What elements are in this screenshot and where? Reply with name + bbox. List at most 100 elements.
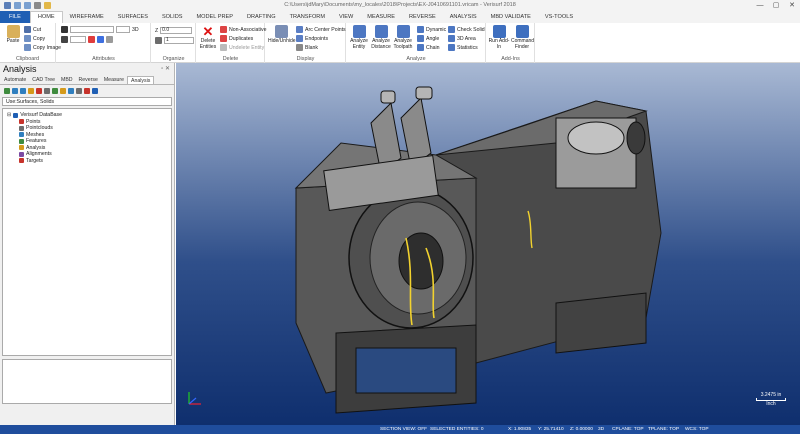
copy-image-icon xyxy=(24,44,31,51)
delete-entities-button[interactable]: ✕ Delete Entities xyxy=(197,25,219,50)
pin-icon[interactable] xyxy=(92,87,98,94)
command-finder-button[interactable]: Command Finder xyxy=(511,25,535,50)
section-view-status[interactable]: SECTION VIEW: OFF xyxy=(380,425,427,434)
minimize-button[interactable]: — xyxy=(752,0,768,11)
tab-file[interactable]: FILE xyxy=(0,11,30,23)
tab-analysis-panel[interactable]: Analysis xyxy=(127,76,155,84)
panel-tabs: Automate CAD Tree MBD Reverse Measure An… xyxy=(0,76,174,85)
tab-cad-tree[interactable]: CAD Tree xyxy=(29,76,58,84)
duplicates-button[interactable]: Duplicates xyxy=(220,35,253,42)
tab-transform[interactable]: TRANSFORM xyxy=(283,11,332,23)
axis-triad-icon xyxy=(188,392,201,405)
graphics-viewport[interactable]: 3.2475 in Inch xyxy=(176,63,800,425)
ribbon: Paste Cut Copy Copy Image Clipboard 3D A… xyxy=(0,23,800,63)
cplane-status[interactable]: CPLANE: TOP xyxy=(612,425,644,434)
attributes-group: 3D Attributes xyxy=(57,23,151,63)
tab-automate[interactable]: Automate xyxy=(1,76,29,84)
tab-measure[interactable]: MEASURE xyxy=(360,11,402,23)
line-style-dropdown[interactable] xyxy=(70,26,114,33)
chart-icon[interactable] xyxy=(36,87,42,94)
analyze-toolpath-button[interactable]: Analyze Toolpath xyxy=(392,25,414,50)
filter-icon[interactable] xyxy=(28,87,34,94)
copy-label: Copy xyxy=(33,35,46,42)
point-style-icon[interactable] xyxy=(61,36,68,43)
machine-model[interactable] xyxy=(176,63,800,425)
check-solid-icon xyxy=(448,26,455,33)
tab-mbd-validate[interactable]: MBD VALIDATE xyxy=(484,11,538,23)
tree-node-label: Targets xyxy=(26,157,44,164)
level-field[interactable]: 1 xyxy=(164,37,194,44)
view-mode[interactable]: 3D xyxy=(598,425,604,434)
properties-box xyxy=(2,359,172,404)
copy-image-button[interactable]: Copy Image xyxy=(24,44,61,51)
run-addin-button[interactable]: Run Add-In xyxy=(488,25,510,50)
tplane-status[interactable]: TPLANE: TOP xyxy=(648,425,679,434)
area-3d-icon xyxy=(448,35,455,42)
endpoints-icon xyxy=(296,35,303,42)
arc-center-button[interactable]: Arc Center Points xyxy=(296,26,346,33)
area-3d-button[interactable]: 3D Area xyxy=(448,35,476,42)
table-icon[interactable] xyxy=(20,87,26,94)
wcs-status[interactable]: WCS: TOP xyxy=(685,425,709,434)
tab-wireframe[interactable]: WIREFRAME xyxy=(63,11,111,23)
run-addin-label: Run Add-In xyxy=(488,38,510,50)
statistics-button[interactable]: Statistics xyxy=(448,44,478,51)
filter-field[interactable]: Use:Surfaces, Solids xyxy=(2,97,172,106)
panel-close-button[interactable]: ▫ ✕ xyxy=(161,63,170,76)
angle-button[interactable]: Angle xyxy=(417,35,439,42)
list-icon[interactable] xyxy=(84,87,90,94)
tab-surfaces[interactable]: SURFACES xyxy=(111,11,155,23)
cut-button[interactable]: Cut xyxy=(24,26,41,33)
title-bar: C:\Users\jdMary\Documents\my_locales\201… xyxy=(0,0,800,11)
tab-drafting[interactable]: DRAFTING xyxy=(240,11,283,23)
analyze-distance-button[interactable]: Analyze Distance xyxy=(370,25,392,50)
tab-model-prep[interactable]: MODEL PREP xyxy=(189,11,239,23)
refresh-icon[interactable] xyxy=(4,87,10,94)
dynamic-button[interactable]: Dynamic xyxy=(417,26,446,33)
chain-button[interactable]: Chain xyxy=(417,44,440,51)
tab-reverse[interactable]: Reverse xyxy=(76,76,101,84)
color-swatch-icon[interactable] xyxy=(88,36,95,43)
paste-button[interactable]: Paste xyxy=(2,25,24,45)
expand-icon[interactable]: ⊟ xyxy=(7,112,11,119)
targets-icon xyxy=(19,158,24,164)
dynamic-label: Dynamic xyxy=(426,26,447,33)
line-width-dropdown[interactable] xyxy=(116,26,130,33)
tab-analysis[interactable]: ANALYSIS xyxy=(443,11,484,23)
fill-color-icon[interactable] xyxy=(97,36,104,43)
dimension-mode-label[interactable]: 3D xyxy=(132,27,139,33)
non-associative-button[interactable]: Non-Associative xyxy=(220,26,266,33)
maximize-button[interactable]: ▢ xyxy=(768,0,784,11)
tab-reverse[interactable]: REVERSE xyxy=(402,11,443,23)
check-solid-button[interactable]: Check Solid xyxy=(448,26,485,33)
endpoints-button[interactable]: Endpoints xyxy=(296,35,328,42)
color-map-icon[interactable] xyxy=(60,87,66,94)
tab-view[interactable]: VIEW xyxy=(332,11,360,23)
tab-vs-tools[interactable]: VS-TOOLS xyxy=(538,11,580,23)
tab-measure[interactable]: Measure xyxy=(101,76,127,84)
command-finder-label: Command Finder xyxy=(511,38,535,50)
tab-solids[interactable]: SOLIDS xyxy=(155,11,190,23)
close-button[interactable]: ✕ xyxy=(784,0,800,11)
export-icon[interactable] xyxy=(68,87,74,94)
copy-button[interactable]: Copy xyxy=(24,35,45,42)
grid-icon[interactable] xyxy=(12,87,18,94)
analyze-entity-button[interactable]: Analyze Entity xyxy=(348,25,370,50)
run-addin-icon xyxy=(492,25,506,38)
tree-node[interactable]: Targets xyxy=(3,158,171,165)
layers-icon[interactable] xyxy=(44,87,50,94)
clipboard-group: Paste Cut Copy Copy Image Clipboard xyxy=(0,23,61,63)
line-style-row: 3D xyxy=(61,26,139,33)
tab-mbd[interactable]: MBD xyxy=(58,76,76,84)
panel-title: Analysis xyxy=(3,64,37,74)
point-style-dropdown[interactable] xyxy=(70,36,86,43)
hide-unhide-button[interactable]: Hide/Unhide xyxy=(268,25,296,45)
undelete-button[interactable]: Undelete Entity xyxy=(220,44,264,51)
tab-home[interactable]: HOME xyxy=(29,11,63,23)
settings-icon[interactable] xyxy=(76,87,82,94)
pen-icon xyxy=(61,26,68,33)
z-depth-field[interactable]: 0.0 xyxy=(160,27,193,34)
material-icon[interactable] xyxy=(106,36,113,43)
blank-button[interactable]: Blank xyxy=(296,44,318,51)
report-icon[interactable] xyxy=(52,87,58,94)
